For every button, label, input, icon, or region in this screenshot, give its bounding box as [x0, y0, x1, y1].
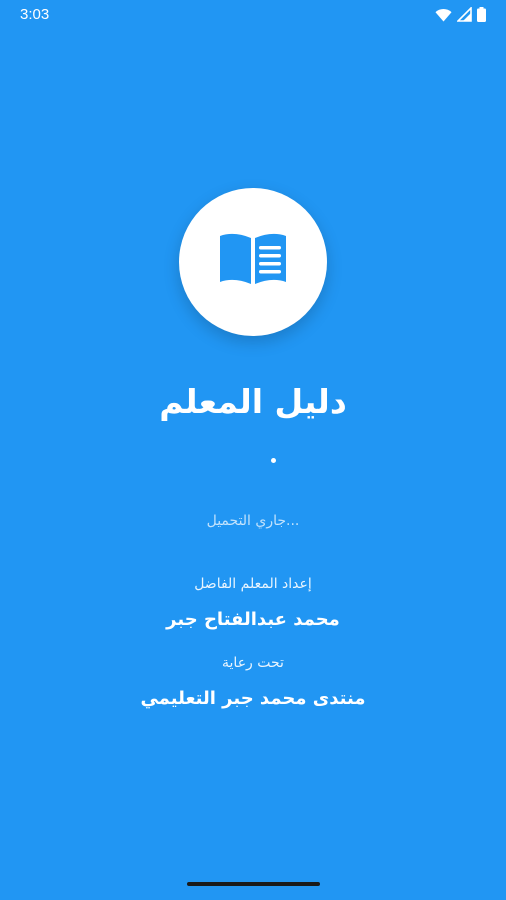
status-icons — [435, 7, 486, 22]
signal-icon — [457, 7, 472, 22]
loading-indicator-dot — [271, 458, 276, 463]
prepared-by-label: إعداد المعلم الفاضل — [194, 576, 312, 592]
author-name: محمد عبدالفتاح جبر — [166, 609, 340, 630]
home-indicator[interactable] — [187, 882, 320, 886]
status-bar: 3:03 — [0, 0, 506, 30]
sponsor-name: منتدى محمد جبر التعليمي — [140, 688, 366, 709]
loading-text: ...جاري التحميل — [206, 513, 300, 529]
battery-icon — [477, 7, 486, 22]
status-time: 3:03 — [20, 6, 50, 23]
wifi-icon — [435, 8, 452, 22]
app-title: دليل المعلم — [159, 382, 347, 421]
app-logo — [179, 188, 327, 336]
open-book-icon — [218, 232, 288, 292]
sponsor-label: تحت رعاية — [222, 655, 284, 671]
